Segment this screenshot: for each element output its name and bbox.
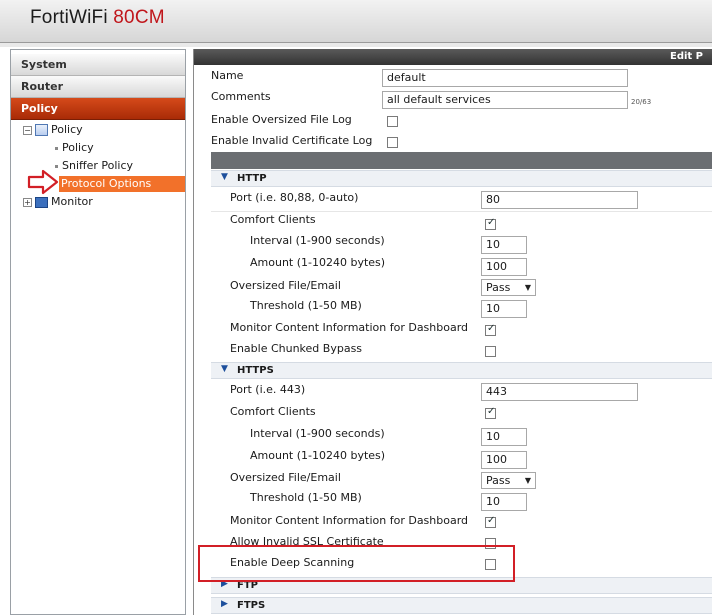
tree-item-protocol-options[interactable]: Protocol Options <box>59 176 185 192</box>
left-nav: System Router Policy − Policy Policy Snif… <box>10 49 186 615</box>
http-monitor-label: Monitor Content Information for Dashboar… <box>230 321 469 334</box>
section-divider <box>211 152 712 169</box>
brand-logo: FortiWiFi 80CM <box>30 7 165 29</box>
nav-router-button[interactable]: Router <box>11 76 185 98</box>
top-bar: FortiWiFi 80CM <box>0 0 712 43</box>
https-comfort-label: Comfort Clients <box>230 405 316 418</box>
monitor-icon <box>35 196 48 208</box>
invalid-cert-log-checkbox[interactable] <box>387 137 398 148</box>
bullet-icon <box>55 164 58 168</box>
bullet-icon <box>55 146 58 150</box>
https-monitor-checkbox[interactable] <box>485 515 496 528</box>
http-chunked-checkbox[interactable] <box>485 346 496 357</box>
expand-icon[interactable]: + <box>23 197 32 207</box>
https-interval-input[interactable]: 10 <box>481 428 527 446</box>
header-stripe <box>0 43 712 47</box>
tree-item-sniffer-policy[interactable]: Sniffer Policy <box>55 158 133 174</box>
collapse-triangle-icon[interactable]: ▼ <box>221 364 228 374</box>
nav-policy-button[interactable]: Policy <box>11 98 185 120</box>
edit-protocol-options-panel: Edit P Name default Comments all default… <box>193 49 712 615</box>
ftps-title: FTPS <box>237 600 266 611</box>
brand-name: FortiWiFi <box>30 7 108 28</box>
http-comfort-checkbox[interactable] <box>485 217 496 230</box>
panel-header: Edit P <box>194 49 712 65</box>
https-interval-label: Interval (1-900 seconds) <box>250 427 385 440</box>
comments-label: Comments <box>211 90 271 103</box>
name-input[interactable]: default <box>382 69 628 87</box>
ftps-section-header[interactable]: ▶ FTPS <box>211 597 712 614</box>
name-label: Name <box>211 69 244 82</box>
https-amount-label: Amount (1-10240 bytes) <box>250 449 386 462</box>
chevron-down-icon: ▼ <box>524 476 531 485</box>
http-amount-input[interactable]: 100 <box>481 258 527 276</box>
http-interval-input[interactable]: 10 <box>481 236 527 254</box>
http-section-header[interactable]: ▼ HTTP <box>211 170 712 187</box>
https-port-label: Port (i.e. 443) <box>230 383 306 396</box>
https-threshold-input[interactable]: 10 <box>481 493 527 511</box>
https-oversized-label: Oversized File/Email <box>230 471 341 484</box>
tree-label-sniffer: Sniffer Policy <box>62 159 134 172</box>
http-interval-label: Interval (1-900 seconds) <box>250 234 385 247</box>
https-title: HTTPS <box>237 365 274 376</box>
https-monitor-label: Monitor Content Information for Dashboar… <box>230 514 469 527</box>
expand-triangle-icon[interactable]: ▶ <box>221 599 228 609</box>
http-threshold-input[interactable]: 10 <box>481 300 527 318</box>
tree-item-monitor[interactable]: + Monitor <box>23 194 93 210</box>
chevron-down-icon: ▼ <box>524 283 531 292</box>
comments-input[interactable]: all default services <box>382 91 628 109</box>
nav-system-button[interactable]: System <box>11 54 185 76</box>
http-amount-label: Amount (1-10240 bytes) <box>250 256 386 269</box>
http-oversized-label: Oversized File/Email <box>230 279 341 292</box>
http-comfort-label: Comfort Clients <box>230 213 316 226</box>
collapse-triangle-icon[interactable]: ▼ <box>221 172 228 182</box>
highlight-callout-box <box>198 545 515 582</box>
folder-icon <box>35 124 48 136</box>
http-monitor-checkbox[interactable] <box>485 323 496 336</box>
https-section-header[interactable]: ▼ HTTPS <box>211 362 712 379</box>
tree-label-policy-root: Policy <box>51 123 83 136</box>
tree-item-policy[interactable]: Policy <box>55 140 94 156</box>
https-port-input[interactable]: 443 <box>481 383 638 401</box>
http-title: HTTP <box>237 173 267 184</box>
tree-label-policy: Policy <box>62 141 94 154</box>
invalid-cert-log-label: Enable Invalid Certificate Log <box>211 134 373 147</box>
oversized-log-checkbox[interactable] <box>387 116 398 127</box>
tree-label-protocol-options: Protocol Options <box>61 177 152 190</box>
callout-arrow-icon <box>27 169 59 195</box>
brand-model: 80CM <box>113 7 165 28</box>
http-port-input[interactable]: 80 <box>481 191 638 209</box>
http-threshold-label: Threshold (1-50 MB) <box>250 299 362 312</box>
http-oversized-value: Pass <box>486 281 511 294</box>
https-oversized-select[interactable]: Pass ▼ <box>481 472 536 489</box>
tree-item-policy-root[interactable]: − Policy <box>23 122 83 138</box>
http-oversized-select[interactable]: Pass ▼ <box>481 279 536 296</box>
https-oversized-value: Pass <box>486 474 511 487</box>
oversized-log-label: Enable Oversized File Log <box>211 113 352 126</box>
http-chunked-label: Enable Chunked Bypass <box>230 342 363 355</box>
http-port-label: Port (i.e. 80,88, 0-auto) <box>230 191 359 204</box>
collapse-icon[interactable]: − <box>23 125 32 135</box>
https-threshold-label: Threshold (1-50 MB) <box>250 491 362 504</box>
https-comfort-checkbox[interactable] <box>485 406 496 419</box>
tree-label-monitor: Monitor <box>51 195 93 208</box>
comments-char-count: 20/63 <box>631 98 652 106</box>
https-amount-input[interactable]: 100 <box>481 451 527 469</box>
